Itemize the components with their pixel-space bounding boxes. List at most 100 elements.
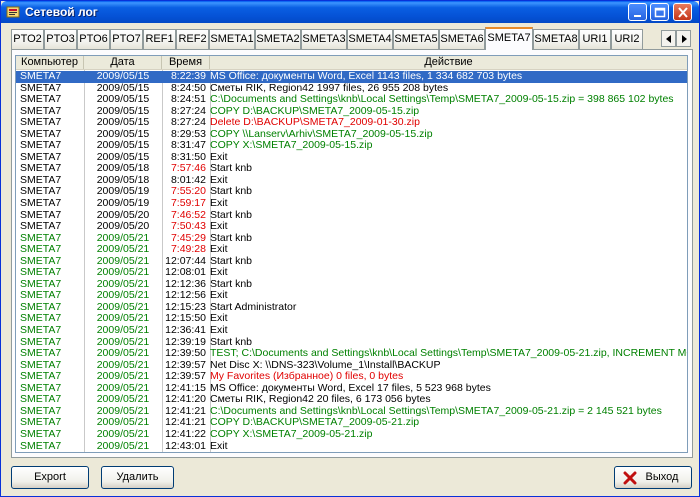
table-row[interactable]: SMETA7 2009/05/15 8:27:24 Delete D:\BACKUP\… — [16, 117, 687, 129]
title-bar[interactable]: Сетевой лог — [1, 1, 699, 23]
tab-smeta7[interactable]: SMETA7 — [485, 27, 533, 50]
cell-time: 12:12:36 — [165, 278, 206, 290]
cell-action: Start knb — [210, 186, 253, 198]
cell-computer: SMETA7 — [20, 278, 62, 290]
column-header-computer[interactable]: Компьютер — [16, 56, 84, 69]
cell-action: Exit — [210, 221, 228, 233]
table-row[interactable]: SMETA7 2009/05/15 8:24:50 Сметы RIK, Region… — [16, 83, 687, 95]
table-row[interactable]: SMETA7 2009/05/21 12:07:44 Start knb — [16, 256, 687, 268]
cell-date: 2009/05/21 — [96, 371, 150, 383]
cell-date: 2009/05/15 — [96, 140, 150, 152]
cell-action: Start knb — [210, 255, 253, 267]
table-row[interactable]: SMETA7 2009/05/21 12:41:21 C:\Documents and… — [16, 406, 687, 418]
table-row[interactable]: SMETA7 2009/05/15 8:29:53 COPY \\Lanserv\Ar… — [16, 129, 687, 141]
table-row[interactable]: SMETA7 2009/05/19 7:59:17 Exit — [16, 198, 687, 210]
tab-smeta4[interactable]: SMETA4 — [347, 29, 393, 49]
tab-ref1[interactable]: REF1 — [143, 29, 176, 49]
table-row[interactable]: SMETA7 2009/05/21 12:12:56 Exit — [16, 290, 687, 302]
cell-time: 12:39:57 — [165, 359, 206, 371]
tab-smeta5[interactable]: SMETA5 — [393, 29, 439, 49]
tab-pto6[interactable]: PTO6 — [77, 29, 110, 49]
table-row[interactable]: SMETA7 2009/05/21 12:36:41 Exit — [16, 325, 687, 337]
tab-pto7[interactable]: PTO7 — [110, 29, 143, 49]
cell-date: 2009/05/21 — [96, 405, 150, 417]
table-row[interactable]: SMETA7 2009/05/21 7:45:29 Start knb — [16, 233, 687, 245]
cell-action: C:\Documents and Settings\knb\Local Sett… — [210, 405, 662, 417]
table-row[interactable]: SMETA7 2009/05/15 8:24:51 C:\Documents and … — [16, 94, 687, 106]
column-header-time[interactable]: Время — [162, 56, 210, 69]
triangle-left-icon — [666, 35, 671, 43]
table-row[interactable]: SMETA7 2009/05/15 8:27:24 COPY D:\BACKUP\SM… — [16, 106, 687, 118]
cell-date: 2009/05/20 — [96, 209, 150, 221]
delete-button[interactable]: Удалить — [101, 466, 174, 489]
export-button[interactable]: Export — [11, 466, 89, 489]
table-row[interactable]: SMETA7 2009/05/21 12:41:15 MS Office: докум… — [16, 383, 687, 395]
log-list[interactable]: Компьютер Дата Время Действие SMETA7 2009… — [15, 55, 688, 453]
tab-pto3[interactable]: PTO3 — [44, 29, 77, 49]
cell-action: Start Administrator — [210, 301, 297, 313]
cell-time: 8:31:47 — [170, 140, 206, 152]
table-row[interactable]: SMETA7 2009/05/21 12:08:01 Exit — [16, 267, 687, 279]
cell-time: 12:15:23 — [165, 301, 206, 313]
tab-scroll-left-button[interactable] — [661, 30, 676, 47]
cell-computer: SMETA7 — [20, 71, 62, 82]
tab-ref2[interactable]: REF2 — [176, 29, 209, 49]
table-row[interactable]: SMETA7 2009/05/15 8:31:50 Exit — [16, 152, 687, 164]
table-row[interactable]: SMETA7 2009/05/21 12:41:21 COPY D:\BACKUP\S… — [16, 417, 687, 429]
cell-action: TEST; C:\Documents and Settings\knb\Loca… — [210, 348, 688, 360]
tab-pto2[interactable]: PTO2 — [11, 29, 44, 49]
column-header-action[interactable]: Действие — [210, 56, 687, 69]
cell-action: Start knb — [210, 232, 253, 244]
column-header-date[interactable]: Дата — [84, 56, 162, 69]
cell-time: 8:24:50 — [170, 82, 206, 94]
table-row[interactable]: SMETA7 2009/05/21 12:15:23 Start Administra… — [16, 302, 687, 314]
table-row[interactable]: SMETA7 2009/05/21 12:39:50 TEST; C:\Documen… — [16, 348, 687, 360]
cell-computer: SMETA7 — [20, 255, 62, 267]
table-row[interactable]: SMETA7 2009/05/20 7:46:52 Start knb — [16, 210, 687, 222]
cell-computer: SMETA7 — [20, 198, 62, 210]
cell-computer: SMETA7 — [20, 151, 62, 163]
table-row[interactable]: SMETA7 2009/05/21 12:41:20 Сметы RIK, Regio… — [16, 394, 687, 406]
table-row[interactable]: SMETA7 2009/05/20 7:50:43 Exit — [16, 221, 687, 233]
cell-action: MS Office: документы Word, Excel 1143 fi… — [210, 71, 523, 82]
cell-action: Exit — [210, 244, 228, 256]
cell-action: My Favorites (Избранное) 0 files, 0 byte… — [210, 371, 404, 383]
delete-button-label: Удалить — [116, 471, 159, 483]
tab-smeta6[interactable]: SMETA6 — [439, 29, 485, 49]
table-row[interactable]: SMETA7 2009/05/21 12:12:36 Start knb — [16, 279, 687, 291]
cell-computer: SMETA7 — [20, 405, 62, 417]
tab-smeta3[interactable]: SMETA3 — [301, 29, 347, 49]
table-row[interactable]: SMETA7 2009/05/21 12:39:57 My Favorites (Из… — [16, 371, 687, 383]
table-row[interactable]: SMETA7 2009/05/18 7:57:46 Start knb — [16, 163, 687, 175]
cell-date: 2009/05/18 — [96, 174, 150, 186]
tab-smeta8[interactable]: SMETA8 — [533, 29, 579, 49]
cell-time: 8:01:42 — [170, 174, 206, 186]
exit-button[interactable]: Выход — [614, 466, 692, 489]
cell-time: 7:45:29 — [170, 232, 206, 244]
cell-time: 12:41:21 — [165, 405, 206, 417]
cell-time: 12:39:57 — [165, 371, 206, 383]
tab-smeta2[interactable]: SMETA2 — [255, 29, 301, 49]
close-button[interactable] — [673, 3, 692, 21]
table-row[interactable]: SMETA7 2009/05/19 7:55:20 Start knb — [16, 186, 687, 198]
table-row[interactable]: SMETA7 2009/05/18 8:01:42 Exit — [16, 175, 687, 187]
table-row[interactable]: SMETA7 2009/05/21 12:43:01 Exit — [16, 441, 687, 453]
tab-uri1[interactable]: URI1 — [579, 29, 611, 49]
table-row[interactable]: SMETA7 2009/05/15 8:22:39 MS Office: докуме… — [16, 71, 687, 83]
table-row[interactable]: SMETA7 2009/05/21 12:15:50 Exit — [16, 313, 687, 325]
tab-smeta1[interactable]: SMETA1 — [209, 29, 255, 49]
app-icon — [6, 6, 20, 18]
table-row[interactable]: SMETA7 2009/05/21 7:49:28 Exit — [16, 244, 687, 256]
table-row[interactable]: SMETA7 2009/05/21 12:39:57 Net Disc X: \\DN… — [16, 360, 687, 372]
cell-date: 2009/05/21 — [96, 290, 150, 302]
tab-uri2[interactable]: URI2 — [611, 29, 643, 49]
table-row[interactable]: SMETA7 2009/05/15 8:31:47 COPY X:\SMETA7_20… — [16, 140, 687, 152]
cell-time: 12:07:44 — [165, 255, 206, 267]
table-row[interactable]: SMETA7 2009/05/21 12:39:19 Start knb — [16, 337, 687, 349]
maximize-button[interactable] — [650, 3, 669, 21]
minimize-button[interactable] — [628, 3, 647, 21]
table-row[interactable]: SMETA7 2009/05/21 12:41:22 COPY X:\SMETA7_2… — [16, 429, 687, 441]
cell-computer: SMETA7 — [20, 313, 62, 325]
tab-scroll-right-button[interactable] — [676, 30, 691, 47]
cell-date: 2009/05/18 — [96, 163, 150, 175]
